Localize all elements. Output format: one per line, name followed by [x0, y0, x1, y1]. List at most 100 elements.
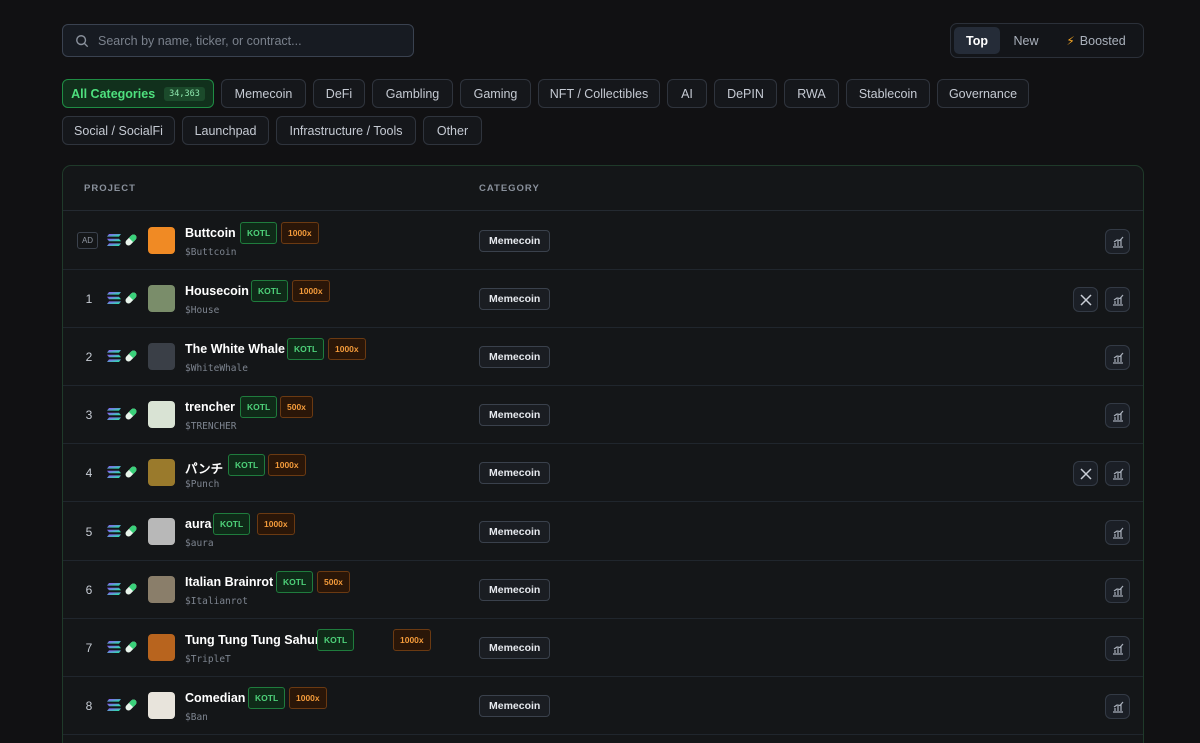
rank-number: 7: [85, 641, 93, 655]
chart-button[interactable]: [1105, 345, 1130, 370]
project-name[interactable]: Italian Brainrot: [185, 575, 273, 589]
chart-button[interactable]: [1105, 636, 1130, 661]
sort-new-button[interactable]: New: [1000, 27, 1052, 54]
category-chip-gaming[interactable]: Gaming: [460, 79, 531, 108]
kotl-badge: KOTL: [240, 396, 278, 418]
rank-number: 3: [85, 408, 93, 422]
project-name[interactable]: パンチ: [185, 458, 223, 477]
category-column-header: CATEGORY: [479, 183, 540, 194]
multiplier-badge: 1000x: [268, 454, 306, 476]
project-name[interactable]: trencher: [185, 400, 235, 414]
category-badge: Memecoin: [479, 579, 551, 601]
category-badge: Memecoin: [479, 695, 551, 717]
multiplier-badge: 500x: [317, 571, 350, 593]
rank-number: 5: [85, 525, 93, 539]
kotl-badge: KOTL: [228, 454, 266, 476]
category-chip-depin[interactable]: DePIN: [714, 79, 777, 108]
category-chip-infrastructure[interactable]: Infrastructure / Tools: [276, 116, 416, 145]
category-chip-gambling[interactable]: Gambling: [372, 79, 453, 108]
project-name[interactable]: Tung Tung Tung Sahur: [185, 633, 320, 647]
category-badge: Memecoin: [479, 288, 551, 310]
sort-boosted-button[interactable]: ⚡ Boosted: [1052, 27, 1140, 54]
search-icon: [76, 34, 89, 47]
category-chip-stablecoin[interactable]: Stablecoin: [846, 79, 930, 108]
category-badge: Memecoin: [479, 230, 551, 252]
project-logo: [148, 634, 175, 661]
table-row[interactable]: 3 trencher $TRENCHER KOTL 500x Memecoin: [63, 386, 1143, 444]
project-name[interactable]: Comedian: [185, 691, 245, 705]
table-row[interactable]: 4 パンチ $Punch KOTL 1000x Memecoin: [63, 444, 1143, 502]
table-header: PROJECT CATEGORY: [63, 166, 1143, 211]
table-row[interactable]: 8 Comedian $Ban KOTL 1000x Memecoin: [63, 677, 1143, 735]
category-chip-all[interactable]: All Categories 34,363: [62, 79, 214, 108]
table-row[interactable]: 5 aura $aura KOTL 1000x Memecoin: [63, 503, 1143, 561]
chart-icon: [1112, 585, 1123, 597]
chart-button[interactable]: [1105, 520, 1130, 545]
search-box[interactable]: [62, 24, 414, 57]
kotl-badge: KOTL: [317, 629, 355, 651]
project-name[interactable]: aura: [185, 517, 211, 531]
category-chip-defi[interactable]: DeFi: [313, 79, 365, 108]
project-ticker: $TripleT: [185, 654, 231, 665]
kotl-badge: KOTL: [240, 222, 278, 244]
sort-top-button[interactable]: Top: [954, 27, 1000, 54]
project-column-header: PROJECT: [84, 183, 136, 194]
kotl-badge: KOTL: [213, 513, 251, 535]
multiplier-badge: 1000x: [257, 513, 295, 535]
solana-icon: [107, 408, 121, 420]
pill-icon: [125, 583, 137, 595]
category-chip-governance[interactable]: Governance: [937, 79, 1029, 108]
category-chip-social[interactable]: Social / SocialFi: [62, 116, 175, 145]
solana-icon: [107, 350, 121, 362]
project-logo: [148, 459, 175, 486]
chart-icon: [1112, 468, 1123, 480]
kotl-badge: KOTL: [251, 280, 289, 302]
project-ticker: $House: [185, 305, 220, 316]
chart-button[interactable]: [1105, 461, 1130, 486]
project-logo: [148, 576, 175, 603]
chart-button[interactable]: [1105, 578, 1130, 603]
table-row[interactable]: AD Buttcoin $Buttcoin KOTL 1000x Memecoi…: [63, 212, 1143, 270]
x-twitter-button[interactable]: [1073, 461, 1098, 486]
category-chip-ai[interactable]: AI: [667, 79, 707, 108]
project-ticker: $Punch: [185, 479, 220, 490]
category-badge: Memecoin: [479, 637, 551, 659]
project-logo: [148, 692, 175, 719]
x-twitter-button[interactable]: [1073, 287, 1098, 312]
ad-badge: AD: [77, 232, 98, 249]
chart-button[interactable]: [1105, 403, 1130, 428]
pill-icon: [125, 699, 137, 711]
chart-button[interactable]: [1105, 287, 1130, 312]
category-chip-nft[interactable]: NFT / Collectibles: [538, 79, 660, 108]
project-ticker: $Italianrot: [185, 596, 248, 607]
category-chip-rwa[interactable]: RWA: [784, 79, 839, 108]
project-logo: [148, 401, 175, 428]
rank-number: 4: [85, 466, 93, 480]
chart-button[interactable]: [1105, 229, 1130, 254]
table-row[interactable]: 6 Italian Brainrot $Italianrot KOTL 500x…: [63, 561, 1143, 619]
sort-boosted-label: Boosted: [1079, 33, 1126, 48]
solana-icon: [107, 525, 121, 537]
table-row[interactable]: 7 Tung Tung Tung Sahur $TripleT KOTL 100…: [63, 619, 1143, 677]
category-chip-memecoin[interactable]: Memecoin: [221, 79, 306, 108]
chart-icon: [1112, 352, 1123, 364]
rank-number: 8: [85, 699, 93, 713]
category-badge: Memecoin: [479, 521, 551, 543]
table-row[interactable]: 1 Housecoin $House KOTL 1000x Memecoin: [63, 270, 1143, 328]
rank-number: 1: [85, 292, 93, 306]
table-row[interactable]: 2 The White Whale $WhiteWhale KOTL 1000x…: [63, 328, 1143, 386]
project-ticker: $TRENCHER: [185, 421, 237, 432]
chart-button[interactable]: [1105, 694, 1130, 719]
search-input[interactable]: [98, 33, 398, 48]
project-name[interactable]: The White Whale: [185, 342, 285, 356]
category-chip-other[interactable]: Other: [423, 116, 482, 145]
project-name[interactable]: Buttcoin: [185, 226, 236, 240]
chart-icon: [1112, 294, 1123, 306]
pill-icon: [125, 350, 137, 362]
multiplier-badge: 1000x: [393, 629, 431, 651]
project-logo: [148, 227, 175, 254]
category-chip-launchpad[interactable]: Launchpad: [182, 116, 269, 145]
project-name[interactable]: Housecoin: [185, 284, 249, 298]
x-logo-icon: [1079, 293, 1092, 306]
pill-icon: [125, 466, 137, 478]
